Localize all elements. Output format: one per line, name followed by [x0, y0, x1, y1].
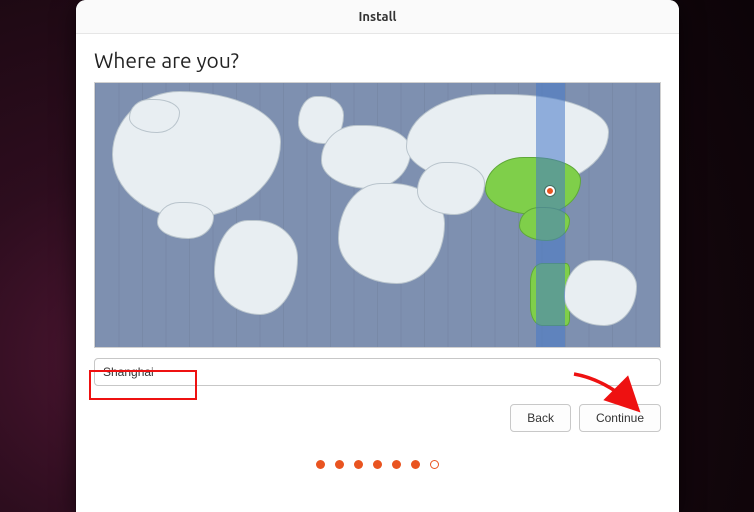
map-landmass	[417, 162, 485, 215]
progress-dot	[316, 460, 325, 469]
installer-window: Install Where are you? Bac	[76, 0, 679, 512]
timezone-band-highlight	[536, 83, 565, 347]
progress-dot	[392, 460, 401, 469]
content-area: Where are you? Back Continue	[76, 34, 679, 512]
titlebar: Install	[76, 0, 679, 34]
back-button[interactable]: Back	[510, 404, 571, 432]
progress-dots	[94, 460, 661, 469]
timezone-map[interactable]	[94, 82, 661, 348]
annotation-highlight-box	[89, 370, 197, 400]
progress-dot-current	[430, 460, 439, 469]
progress-dot	[373, 460, 382, 469]
progress-dot	[354, 460, 363, 469]
location-pin-icon	[545, 186, 555, 196]
map-landmass	[129, 99, 180, 133]
map-landmass	[321, 125, 411, 188]
progress-dot	[411, 460, 420, 469]
window-title: Install	[359, 10, 397, 24]
continue-button[interactable]: Continue	[579, 404, 661, 432]
progress-dot	[335, 460, 344, 469]
map-landmass	[157, 202, 214, 239]
page-heading: Where are you?	[94, 48, 661, 72]
map-selected-region	[485, 157, 581, 215]
button-row: Back Continue	[94, 404, 661, 432]
map-landmass	[564, 260, 637, 326]
map-landmass	[214, 220, 299, 315]
